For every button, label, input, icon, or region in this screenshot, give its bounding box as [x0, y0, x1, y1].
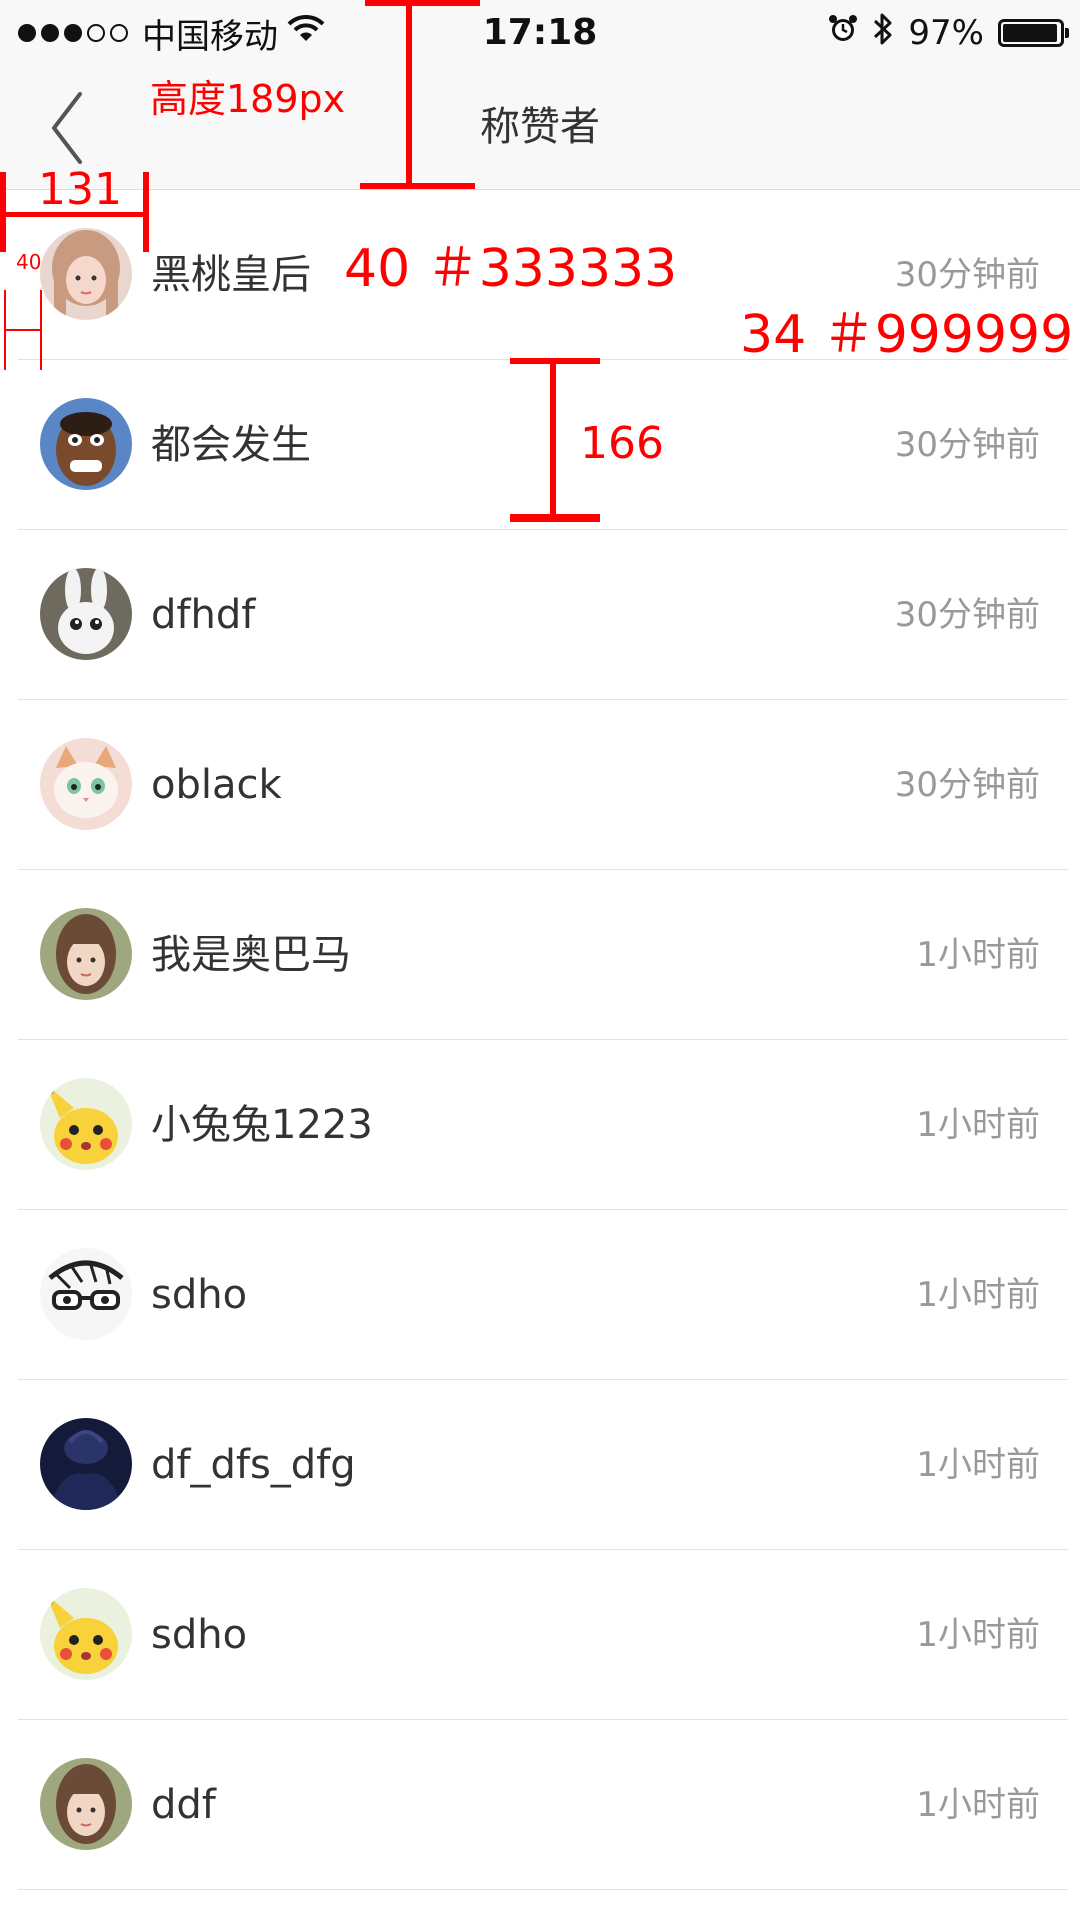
user-name: sdho [151, 1272, 248, 1318]
like-time: 1小时前 [916, 1785, 1040, 1825]
user-name: 黑桃皇后 [151, 252, 311, 298]
battery-icon [998, 19, 1069, 47]
list-item[interactable]: 我是奥巴马 1小时前 [0, 870, 1080, 1040]
user-name: df_dfs_dfg [151, 1442, 356, 1488]
sketch-avatar-icon[interactable] [40, 1248, 132, 1340]
annotation-line [365, 0, 480, 6]
like-time: 1小时前 [916, 1275, 1040, 1315]
user-name: sdho [151, 1612, 248, 1658]
list-item[interactable]: sdho 1小时前 [0, 1550, 1080, 1720]
list-item[interactable]: oblack 30分钟前 [0, 700, 1080, 870]
status-right: 97% [828, 10, 1069, 56]
user-name: oblack [151, 762, 282, 808]
cat-avatar-icon[interactable] [40, 738, 132, 830]
list-item[interactable]: 小兔兔1223 1小时前 [0, 1040, 1080, 1210]
annotation-line [0, 172, 6, 252]
annotation-line [406, 0, 412, 188]
like-time: 1小时前 [916, 1445, 1040, 1485]
battery-percent: 97% [908, 13, 984, 53]
like-time: 1小时前 [916, 1105, 1040, 1145]
user-name: ddf [151, 1782, 216, 1828]
annotation-line [360, 183, 475, 189]
list-item[interactable]: df_dfs_dfg 1小时前 [0, 1380, 1080, 1550]
dark-avatar-icon[interactable] [40, 1418, 132, 1510]
like-time: 30分钟前 [894, 765, 1040, 805]
annotation-line [550, 358, 556, 518]
annotation-line [143, 172, 149, 252]
alarm-icon [828, 13, 858, 53]
rabbit-avatar-icon[interactable] [40, 568, 132, 660]
pikachu-avatar-icon[interactable] [40, 1588, 132, 1680]
like-time: 30分钟前 [894, 425, 1040, 465]
annotation-row-height: 166 [580, 418, 664, 469]
caricature-avatar-icon[interactable] [40, 398, 132, 490]
girl-avatar-icon[interactable] [40, 228, 132, 320]
user-name: 小兔兔1223 [151, 1102, 373, 1148]
girl2-avatar-icon[interactable] [40, 1758, 132, 1850]
pikachu-avatar-icon[interactable] [40, 1078, 132, 1170]
annotation-avatar-margin: 40 [16, 250, 42, 274]
list-item[interactable]: ddf 1小时前 [0, 1720, 1080, 1890]
annotation-time-spec: 34 ＃999999 [740, 305, 1074, 365]
annotation-line [0, 212, 148, 217]
page: 中国移动 17:18 97% 称赞者 黑桃皇后 30分钟前 都会发生 30分钟前… [0, 0, 1080, 1920]
annotation-name-spec: 40 ＃333333 [344, 239, 678, 299]
list-item[interactable]: 都会发生 30分钟前 [0, 360, 1080, 530]
annotation-line [4, 329, 42, 331]
like-time: 30分钟前 [894, 595, 1040, 635]
liker-list: 黑桃皇后 30分钟前 都会发生 30分钟前 dfhdf 30分钟前 oblack 30分钟前我… [0, 190, 1080, 1890]
girl2-avatar-icon[interactable] [40, 908, 132, 1000]
status-bar: 中国移动 17:18 97% [0, 0, 1080, 66]
like-time: 1小时前 [916, 1615, 1040, 1655]
bluetooth-icon [872, 11, 894, 56]
like-time: 1小时前 [916, 935, 1040, 975]
annotation-header-height: 高度189px [150, 77, 346, 121]
list-item[interactable]: dfhdf 30分钟前 [0, 530, 1080, 700]
annotation-line [510, 514, 600, 522]
list-item[interactable]: sdho 1小时前 [0, 1210, 1080, 1380]
annotation-avatar-left: 131 [38, 164, 122, 215]
user-name: 都会发生 [151, 422, 311, 468]
user-name: 我是奥巴马 [151, 932, 351, 978]
battery-level [1003, 24, 1058, 42]
user-name: dfhdf [151, 592, 256, 638]
